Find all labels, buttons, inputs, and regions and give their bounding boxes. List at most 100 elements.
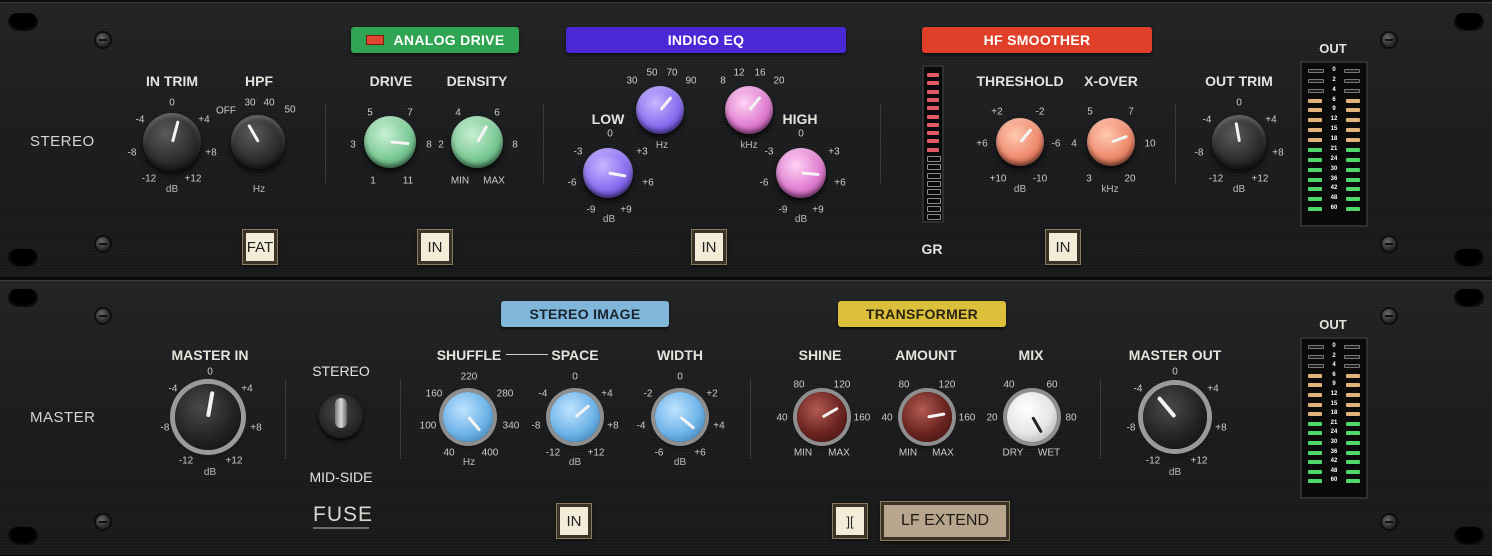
width-knob[interactable] — [655, 392, 705, 442]
master-out-knob[interactable] — [1143, 385, 1207, 449]
screw-icon — [96, 515, 110, 529]
threshold-scale: -6 — [1051, 138, 1061, 150]
amount-scale: 80 — [898, 379, 910, 391]
density-knob[interactable] — [451, 116, 503, 168]
out-trim-knob[interactable] — [1212, 115, 1266, 169]
row-label-master: MASTER — [30, 409, 96, 426]
xover-label: X-OVER — [1084, 73, 1138, 89]
amount-scale: 160 — [958, 412, 976, 424]
meter-scale-label: 48 — [1330, 195, 1338, 202]
hpf-knob[interactable] — [231, 115, 285, 169]
meter-segment — [1346, 469, 1360, 474]
meter-segment — [1346, 197, 1360, 202]
hf-smoother-in-button[interactable]: IN — [1046, 230, 1080, 264]
density-label: DENSITY — [446, 73, 508, 89]
lf-extend-button[interactable]: LF EXTEND — [881, 502, 1009, 540]
meter-segment — [1346, 207, 1360, 212]
threshold-scale: +10 — [989, 173, 1007, 185]
space-scale: +8 — [607, 420, 619, 432]
analog-drive-section-tag: ANALOG DRIVE — [351, 27, 519, 53]
gr-meter-segment — [927, 131, 939, 136]
shuffle-scale: 220 — [460, 371, 478, 383]
drive-scale: 5 — [367, 107, 373, 119]
space-scale: +12 — [587, 447, 605, 459]
meter-scale-label: 18 — [1330, 410, 1338, 417]
width-scale: +6 — [694, 447, 706, 459]
meter-segment — [1344, 69, 1360, 73]
meter-scale-label: 6 — [1332, 96, 1336, 103]
hf-smoother-section-tag: HF SMOOTHER — [922, 27, 1152, 53]
eq-high-freq-knob[interactable] — [725, 86, 773, 134]
meter-segment — [1346, 431, 1360, 436]
eq-low-freq-scale: 90 — [685, 75, 697, 87]
fat-button[interactable]: FAT — [243, 230, 277, 264]
gr-meter-segment — [927, 205, 941, 212]
stereo-image-in-button[interactable]: IN — [557, 504, 591, 538]
gr-meter-segment — [927, 139, 939, 144]
gain-reduction-meter — [922, 65, 944, 223]
mix-knob[interactable] — [1007, 392, 1057, 442]
master-out-scale: -12 — [1145, 455, 1161, 467]
hpf-scale: 40 — [263, 97, 275, 109]
out-trim-scale: +8 — [1272, 147, 1284, 159]
shuffle-unit: Hz — [462, 457, 476, 468]
in-trim-scale: +12 — [184, 173, 202, 185]
indigo-eq-in-button[interactable]: IN — [692, 230, 726, 264]
hpf-label: HPF — [245, 73, 273, 89]
eq-high-scale: +3 — [828, 146, 840, 158]
mix-scale: 60 — [1046, 379, 1058, 391]
eq-high-freq-scale: 8 — [720, 75, 726, 87]
threshold-scale: +2 — [991, 106, 1003, 118]
shuffle-scale: 100 — [419, 420, 437, 432]
xover-knob[interactable] — [1087, 118, 1135, 166]
meter-segment — [1346, 187, 1360, 192]
shine-knob[interactable] — [797, 392, 847, 442]
meter-segment — [1308, 187, 1322, 192]
master-output-level-meter: 0 2 4 6 9 12 15 18 21 24 30 36 42 48 60 — [1300, 337, 1368, 499]
threshold-knob[interactable] — [996, 118, 1044, 166]
stereo-mid-side-toggle[interactable] — [319, 394, 363, 438]
shuffle-knob[interactable] — [443, 392, 493, 442]
space-scale: -8 — [531, 420, 541, 432]
drive-knob[interactable] — [364, 116, 416, 168]
in-trim-unit: dB — [165, 184, 179, 195]
meter-segment — [1346, 167, 1360, 172]
meter-scale-label: 0 — [1332, 67, 1336, 73]
analog-drive-in-button[interactable]: IN — [418, 230, 452, 264]
rack-ear-hole — [8, 289, 38, 307]
meter-segment — [1308, 393, 1322, 397]
shine-scale: 120 — [833, 379, 851, 391]
in-trim-knob[interactable] — [143, 113, 201, 171]
width-scale: 0 — [677, 371, 683, 383]
master-in-knob[interactable] — [175, 384, 241, 450]
gr-meter-segment — [927, 97, 939, 102]
divider — [285, 379, 286, 459]
eq-low-freq-knob[interactable] — [636, 86, 684, 134]
shuffle-scale: 400 — [481, 447, 499, 459]
drive-scale: 8 — [426, 139, 432, 151]
meter-scale-label: 12 — [1330, 116, 1338, 123]
threshold-unit: dB — [1013, 184, 1027, 195]
out-trim-scale: +12 — [1251, 173, 1269, 185]
transformer-mode-button[interactable]: ][ — [833, 504, 867, 538]
eq-low-gain-knob[interactable] — [583, 148, 633, 198]
meter-segment — [1346, 138, 1360, 143]
master-out-scale: +8 — [1215, 422, 1227, 434]
gr-meter-segment — [927, 147, 939, 152]
meter-segment — [1308, 118, 1322, 123]
space-unit: dB — [568, 457, 582, 468]
logo-underline — [313, 527, 369, 529]
meter-segment — [1308, 98, 1322, 103]
eq-high-gain-knob[interactable] — [776, 148, 826, 198]
screw-icon — [96, 309, 110, 323]
eq-low-scale: -3 — [573, 146, 583, 158]
threshold-scale: +6 — [976, 138, 988, 150]
rack-ear-hole — [1454, 527, 1484, 545]
amount-knob[interactable] — [902, 392, 952, 442]
meter-scale-label: 0 — [1332, 343, 1336, 349]
eq-high-unit: dB — [794, 214, 808, 225]
space-knob[interactable] — [550, 392, 600, 442]
divider — [543, 103, 544, 183]
meter-segment — [1346, 450, 1360, 455]
fuse-logo: FUSE — [313, 503, 374, 526]
